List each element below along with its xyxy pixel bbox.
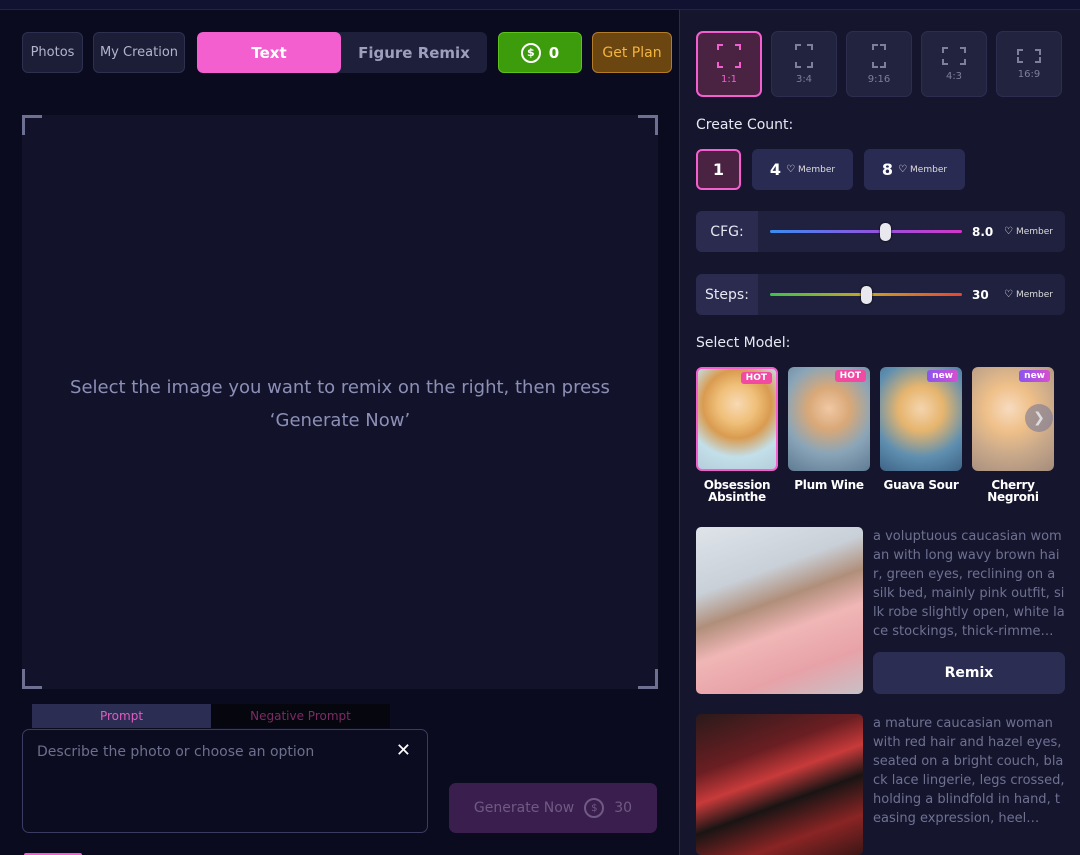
- member-tag: ♡ Member: [786, 164, 835, 175]
- aspect-frame-icon: [1017, 48, 1041, 63]
- coin-icon: $: [584, 798, 605, 818]
- count-value: 4: [769, 160, 782, 179]
- aspect-frame-icon: [795, 43, 813, 68]
- corner-marker: [22, 669, 42, 689]
- generate-label: Generate Now: [473, 800, 575, 816]
- example-image: [696, 714, 863, 855]
- coin-icon: $: [520, 42, 541, 63]
- model-thumbnail: HOT: [696, 367, 778, 471]
- new-badge: new: [927, 370, 958, 382]
- my-creation-button[interactable]: My Creation: [93, 32, 185, 73]
- coins-balance-button[interactable]: $ 0: [498, 32, 582, 73]
- prompt-tabs: Prompt Negative Prompt: [32, 704, 390, 728]
- tab-figure-remix[interactable]: Figure Remix: [341, 32, 487, 73]
- model-card-guava-sour[interactable]: new Guava Sour: [880, 367, 962, 503]
- steps-value: 30: [972, 287, 989, 302]
- create-count-options: 1 4 ♡ Member 8 ♡ Member: [696, 149, 965, 190]
- ratio-option-3-4[interactable]: 3:4: [771, 31, 837, 97]
- ratio-label: 16:9: [1017, 68, 1041, 80]
- top-bar: [0, 0, 1080, 10]
- ratio-option-16-9[interactable]: 16:9: [996, 31, 1062, 97]
- corner-marker: [638, 669, 658, 689]
- count-option-8[interactable]: 8 ♡ Member: [864, 149, 965, 190]
- member-label: Member: [910, 164, 948, 175]
- ratio-label: 9:16: [867, 73, 891, 85]
- diamond-icon: ♡: [1004, 289, 1013, 300]
- model-thumbnail: HOT: [788, 367, 870, 471]
- model-thumbnail: new: [880, 367, 962, 471]
- new-badge: new: [1019, 370, 1050, 382]
- generate-now-button[interactable]: Generate Now $ 30: [449, 783, 657, 833]
- clear-icon[interactable]: ✕: [396, 740, 411, 761]
- count-option-4[interactable]: 4 ♡ Member: [752, 149, 853, 190]
- count-value: 1: [712, 160, 725, 179]
- steps-slider-handle[interactable]: [861, 286, 872, 304]
- example-image: [696, 527, 863, 694]
- prompt-input[interactable]: [37, 744, 377, 760]
- model-card-plum-wine[interactable]: HOT Plum Wine: [788, 367, 870, 503]
- diamond-icon: ♡: [1004, 226, 1013, 237]
- ratio-label: 3:4: [795, 73, 813, 85]
- member-tag: ♡ Member: [1004, 274, 1053, 315]
- workspace-panel: Photos My Creation Text Figure Remix $ 0…: [0, 10, 678, 855]
- ratio-option-4-3[interactable]: 4:3: [921, 31, 987, 97]
- cfg-slider-handle[interactable]: [880, 223, 892, 241]
- prompt-box: ✕: [22, 729, 428, 833]
- count-option-1[interactable]: 1: [696, 149, 741, 190]
- select-model-label: Select Model:: [696, 335, 791, 351]
- model-name: Cherry Negroni: [987, 478, 1039, 504]
- count-value: 8: [881, 160, 894, 179]
- ratio-option-1-1[interactable]: 1:1: [696, 31, 762, 97]
- aspect-frame-icon: [717, 43, 741, 68]
- corner-marker: [22, 115, 42, 135]
- model-name: Obsession Absinthe: [703, 478, 771, 504]
- member-label: Member: [798, 164, 836, 175]
- tab-text[interactable]: Text: [197, 32, 341, 73]
- carousel-next-icon[interactable]: ❯: [1025, 404, 1053, 432]
- photos-button[interactable]: Photos: [22, 32, 83, 73]
- aspect-frame-icon: [872, 43, 886, 68]
- steps-label: Steps:: [696, 274, 758, 315]
- cfg-label: CFG:: [696, 211, 758, 252]
- get-plan-button[interactable]: Get Plan: [592, 32, 672, 73]
- mode-tabs: Text Figure Remix: [197, 32, 487, 73]
- model-name: Guava Sour: [883, 478, 959, 492]
- hot-badge: HOT: [834, 370, 866, 382]
- model-carousel: HOT Obsession Absinthe HOT Plum Wine new…: [696, 367, 1054, 503]
- member-label: Member: [1015, 289, 1053, 300]
- ratio-option-9-16[interactable]: 9:16: [846, 31, 912, 97]
- ratio-label: 1:1: [720, 73, 738, 85]
- aspect-frame-icon: [942, 46, 966, 65]
- diamond-icon: ♡: [898, 164, 908, 175]
- image-canvas: Select the image you want to remix on th…: [22, 115, 658, 689]
- model-card-cherry-negroni[interactable]: new Cherry Negroni: [972, 367, 1054, 503]
- remix-button[interactable]: Remix: [873, 652, 1065, 694]
- model-card-obsession-absinthe[interactable]: HOT Obsession Absinthe: [696, 367, 778, 503]
- canvas-instructions: Select the image you want to remix on th…: [70, 377, 610, 431]
- cfg-value: 8.0: [972, 224, 994, 239]
- coins-value: 0: [548, 43, 560, 62]
- hot-badge: HOT: [740, 372, 772, 384]
- diamond-icon: ♡: [786, 164, 796, 175]
- settings-panel: 1:1 3:4 9:16 4:3 16:9 Create Count: 1 4 ♡ Mem…: [679, 10, 1080, 855]
- member-label: Member: [1015, 226, 1053, 237]
- steps-slider-row: Steps: 30 ♡ Member: [696, 274, 1065, 315]
- corner-marker: [638, 115, 658, 135]
- member-tag: ♡ Member: [898, 164, 947, 175]
- cfg-slider-row: CFG: 8.0 ♡ Member: [696, 211, 1065, 252]
- example-prompt: a voluptuous caucasian woman with long w…: [873, 529, 1065, 639]
- ratio-label: 4:3: [945, 70, 963, 82]
- create-count-label: Create Count:: [696, 117, 794, 133]
- tab-negative-prompt[interactable]: Negative Prompt: [211, 704, 390, 728]
- aspect-ratio-options: 1:1 3:4 9:16 4:3 16:9: [696, 31, 1062, 97]
- model-name: Plum Wine: [794, 478, 864, 492]
- generate-cost: 30: [614, 800, 633, 816]
- tab-prompt[interactable]: Prompt: [32, 704, 211, 728]
- cfg-slider-track[interactable]: [770, 230, 962, 233]
- example-prompt: a mature caucasian woman with red hair a…: [873, 716, 1065, 826]
- member-tag: ♡ Member: [1004, 211, 1053, 252]
